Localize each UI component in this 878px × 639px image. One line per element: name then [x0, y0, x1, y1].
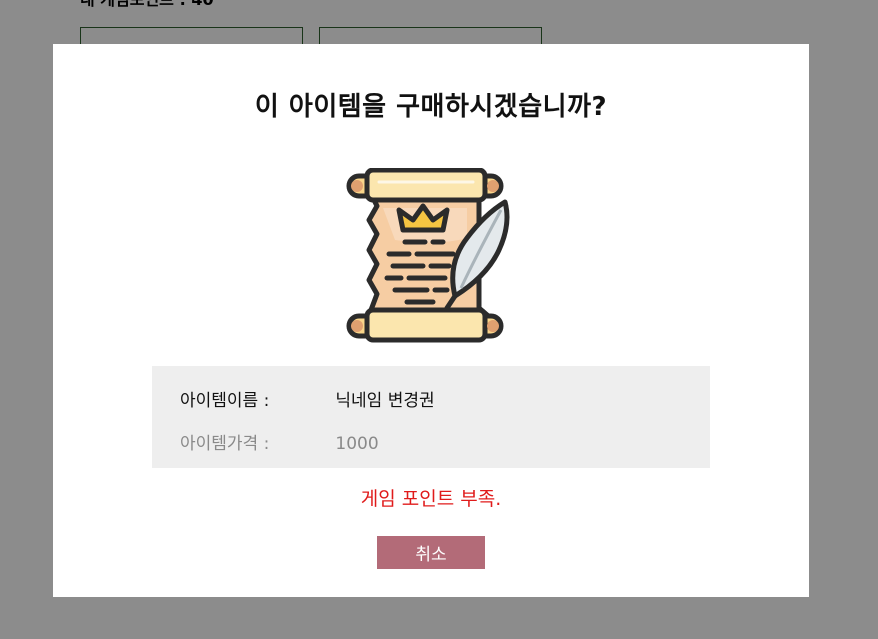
item-name-value: 닉네임 변경권 [335, 391, 435, 411]
item-info-box: 아이템이름 : 닉네임 변경권 아이템가격 : 1000 [152, 366, 710, 468]
scroll-quill-crown-icon [343, 167, 519, 344]
item-name-label: 아이템이름 : [180, 391, 270, 411]
cancel-button[interactable]: 취소 [377, 536, 485, 569]
modal-title: 이 아이템을 구매하시겠습니까? [254, 92, 608, 122]
insufficient-points-message: 게임 포인트 부족. [360, 488, 502, 510]
item-name-row: 아이템이름 : 닉네임 변경권 [180, 386, 435, 411]
item-price-label: 아이템가격 : [180, 434, 270, 454]
item-price-value: 1000 [335, 434, 379, 454]
purchase-modal: 이 아이템을 구매하시겠습니까? 아이템이름: 닉네임 변경권 아이템가격:… [53, 44, 809, 597]
item-price-row: 아이템가격 : 1000 [180, 429, 379, 454]
